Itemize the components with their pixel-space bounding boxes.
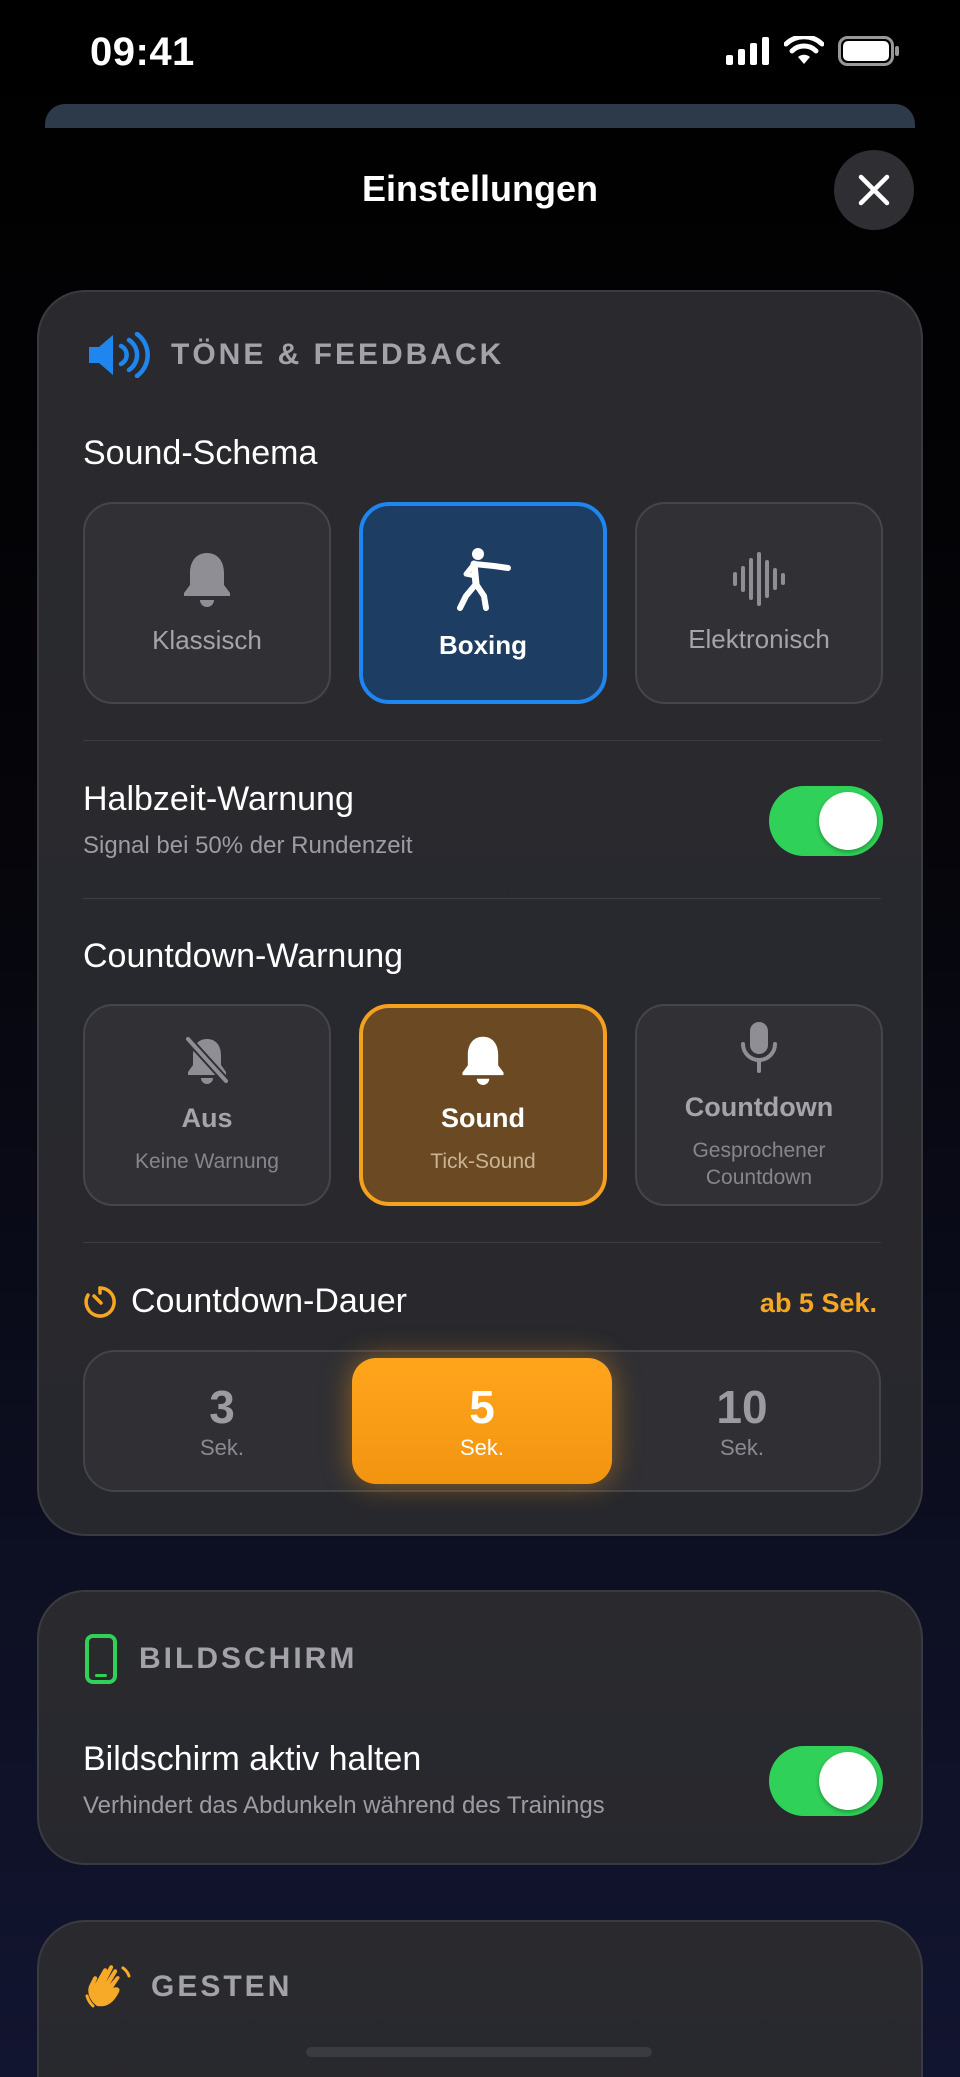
sound-section-header: TÖNE & FEEDBACK xyxy=(87,332,504,378)
scheme-label: Boxing xyxy=(438,629,528,660)
timer-icon xyxy=(84,1285,116,1318)
wifi-icon xyxy=(784,36,824,64)
duration-option-5[interactable]: 5 Sek. xyxy=(352,1358,612,1484)
keep-awake-label: Bildschirm aktiv halten xyxy=(83,1740,422,1778)
countdown-warning-label: Countdown-Warnung xyxy=(83,937,404,975)
duration-option-10[interactable]: 10 Sek. xyxy=(612,1358,872,1484)
bell-slash-icon xyxy=(184,1035,230,1085)
close-icon xyxy=(858,174,890,206)
countdown-duration-badge: ab 5 Sek. xyxy=(759,1288,877,1318)
scheme-option-klassisch[interactable]: Klassisch xyxy=(83,502,331,704)
page-title: Einstellungen xyxy=(361,168,599,209)
countdown-duration-selector: 3 Sek. 5 Sek. 10 Sek. xyxy=(83,1350,881,1492)
waving-hand-icon xyxy=(85,1965,131,2008)
screen-section-header: BILDSCHIRM xyxy=(85,1634,357,1684)
scheme-option-boxing[interactable]: Boxing xyxy=(359,502,607,704)
countdown-option-label: Aus xyxy=(181,1103,233,1133)
countdown-option-countdown[interactable]: Countdown Gesprochener Countdown xyxy=(635,1004,883,1206)
scheme-label: Klassisch xyxy=(152,624,262,655)
sound-feedback-card: TÖNE & FEEDBACK Sound-Schema Klassisch B… xyxy=(37,290,923,1536)
bell-icon xyxy=(462,1036,504,1085)
close-button[interactable] xyxy=(834,150,914,230)
scheme-option-elektronisch[interactable]: Elektronisch xyxy=(635,502,883,704)
keep-awake-subtitle: Verhindert das Abdunkeln während des Tra… xyxy=(83,1792,605,1819)
gestures-section-header: GESTEN xyxy=(83,1962,292,2012)
sound-section-title: TÖNE & FEEDBACK xyxy=(171,338,505,371)
duration-value: 10 xyxy=(716,1381,768,1433)
divider xyxy=(83,740,881,741)
halftime-warning-subtitle: Signal bei 50% der Rundenzeit xyxy=(83,832,413,859)
halftime-warning-toggle[interactable] xyxy=(769,786,883,856)
cellular-signal-icon xyxy=(726,37,769,65)
gestures-section-title: GESTEN xyxy=(151,1970,293,2003)
home-indicator xyxy=(306,2047,652,2057)
settings-screen: 09:41 Einstellungen TÖNE & FEEDBACK Soun… xyxy=(0,0,960,2077)
phone-icon xyxy=(85,1634,117,1684)
halftime-warning-label: Halbzeit-Warnung xyxy=(83,780,354,818)
duration-unit: Sek. xyxy=(199,1435,245,1460)
countdown-duration-label: Countdown-Dauer xyxy=(131,1282,407,1320)
sound-scheme-label: Sound-Schema xyxy=(83,434,318,472)
microphone-icon xyxy=(741,1021,777,1073)
keep-awake-toggle[interactable] xyxy=(769,1746,883,1816)
status-icons xyxy=(726,36,900,66)
duration-value: 3 xyxy=(209,1381,235,1433)
duration-option-3[interactable]: 3 Sek. xyxy=(92,1358,352,1484)
countdown-duration-header: Countdown-Dauer xyxy=(83,1282,407,1321)
countdown-option-aus[interactable]: Aus Keine Warnung xyxy=(83,1004,331,1206)
bell-icon xyxy=(184,552,230,607)
boxer-icon xyxy=(457,547,511,611)
countdown-option-label: Sound xyxy=(441,1103,525,1133)
countdown-option-subtitle: Gesprochener Countdown xyxy=(692,1138,826,1189)
countdown-option-subtitle: Tick-Sound xyxy=(430,1150,536,1173)
screen-card: BILDSCHIRM Bildschirm aktiv halten Verhi… xyxy=(37,1590,923,1865)
duration-unit: Sek. xyxy=(719,1435,765,1460)
divider xyxy=(83,898,881,899)
status-bar: 09:41 xyxy=(0,0,960,110)
speaker-wave-icon xyxy=(89,332,150,378)
countdown-warning-options: Aus Keine Warnung Sound Tick-Sound Count… xyxy=(83,1004,883,1206)
screen-section-title: BILDSCHIRM xyxy=(139,1642,358,1675)
duration-value: 5 xyxy=(469,1381,495,1433)
countdown-option-sound[interactable]: Sound Tick-Sound xyxy=(359,1004,607,1206)
sound-scheme-options: Klassisch Boxing Elektronisch xyxy=(83,502,883,704)
waveform-icon xyxy=(733,551,785,606)
background-sheet-peek xyxy=(45,104,915,128)
divider xyxy=(83,1242,881,1243)
countdown-option-subtitle: Keine Warnung xyxy=(135,1150,279,1173)
scheme-label: Elektronisch xyxy=(688,623,830,654)
countdown-option-label: Countdown xyxy=(684,1091,834,1122)
status-time: 09:41 xyxy=(90,30,195,74)
duration-unit: Sek. xyxy=(459,1435,505,1460)
battery-icon xyxy=(838,36,899,66)
